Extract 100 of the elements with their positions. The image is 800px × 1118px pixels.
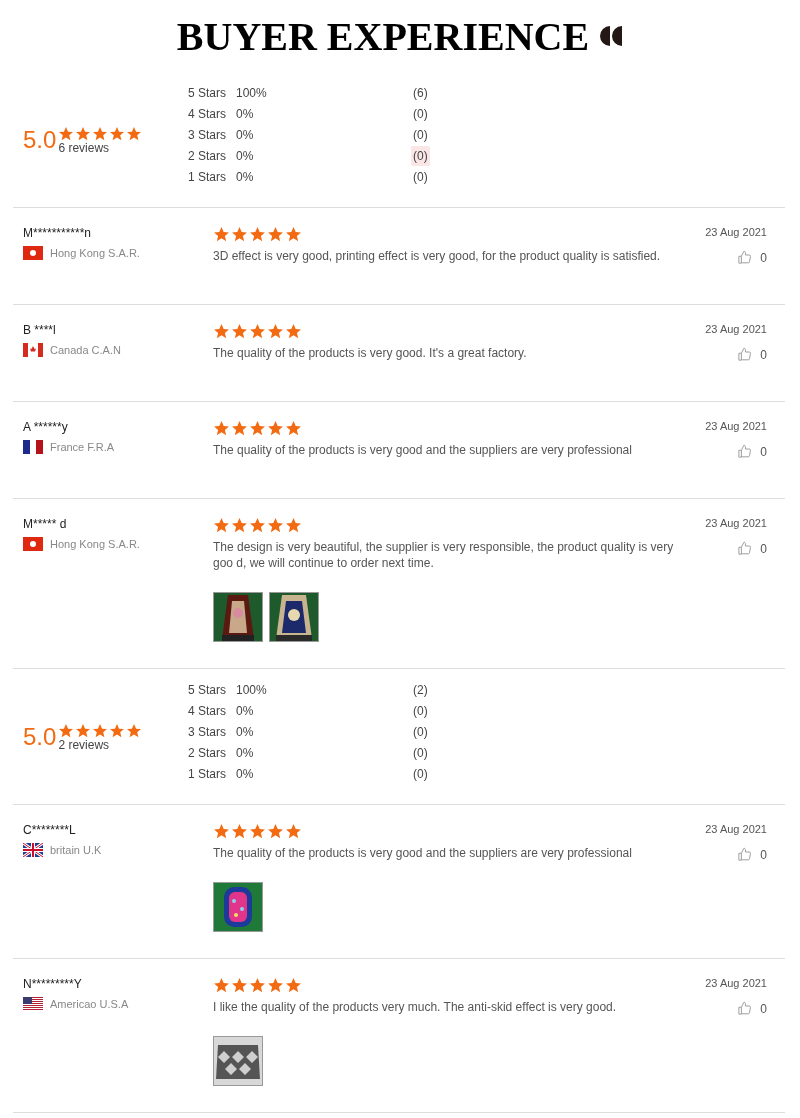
reviewer-country: Hong Kong S.A.R. [50,247,140,259]
star-icon [249,823,266,840]
star-icon [213,517,230,534]
star-icon [231,420,248,437]
star-icon [249,517,266,534]
flag-icon [23,246,43,260]
review-date: 23 Aug 2021 [705,977,767,989]
star-icon [92,722,109,739]
star-percent: 0% [236,745,255,760]
star-level-label: 2 Stars [188,745,227,760]
star-icon [58,125,75,142]
star-icon [285,977,302,994]
like-count: 0 [760,347,767,362]
star-icon [58,722,75,739]
star-count: (0) [412,126,429,144]
star-level-label: 4 Stars [188,703,227,718]
star-percent: 0% [236,766,255,781]
star-level-label: 4 Stars [188,106,227,121]
rating-score: 5.0 [23,722,57,751]
star-icon [231,977,248,994]
thumbs-up-icon[interactable] [737,1001,753,1016]
star-icon [267,823,284,840]
star-icon [231,823,248,840]
thumbs-up-icon[interactable] [737,347,753,362]
reviewer-name: M***********n [23,226,93,240]
star-percent: 100% [236,85,268,100]
star-count: (0) [411,145,430,166]
reviewer-country: France F.R.A [50,441,115,453]
star-icon [213,226,230,243]
reviewer-country: Canada C.A.N [50,344,121,356]
review-text: The quality of the products is very good and the suppliers are very professional [213,442,633,458]
star-icon [109,125,126,142]
star-icon [213,823,230,840]
review-text: The quality of the products is very good and the suppliers are very professional [213,845,633,861]
reviewer-country: Hong Kong S.A.R. [50,538,140,550]
star-icon [213,977,230,994]
review-count: 6 reviews [58,141,111,154]
like-count: 0 [760,250,767,265]
page-title: BUYER EXPERIENCE [176,12,590,60]
star-icon [213,420,230,437]
thumbs-up-icon[interactable] [737,444,753,459]
star-level-label: 3 Stars [188,724,227,739]
star-percent: 0% [236,127,255,142]
star-icon [126,722,143,739]
review-date: 23 Aug 2021 [705,323,767,335]
review-text: 3D effect is very good, printing effect is very good, for the product quality is satisfied. [213,248,662,264]
star-count: (2) [412,681,429,699]
reviewer-country: Americao U.S.A [50,998,129,1010]
star-icon [231,323,248,340]
review-text: I like the quality of the products very much. The anti-skid effect is very good. [213,999,618,1015]
reviewer-name: C********L [23,823,77,837]
rating-score: 5.0 [23,125,57,154]
star-percent: 0% [236,106,255,121]
star-icon [249,226,266,243]
reviewer-name: N*********Y [23,977,83,991]
star-level-label: 2 Stars [188,148,227,163]
reviewer-name: M***** d [23,517,68,531]
like-count: 0 [760,541,767,556]
star-level-label: 5 Stars [188,682,227,697]
star-count: (0) [412,702,429,720]
like-count: 0 [760,1001,767,1016]
star-icon [109,722,126,739]
star-icon [231,226,248,243]
reviewer-name: B ****l [23,323,57,337]
flag-icon [23,843,43,857]
star-count: (0) [412,765,429,783]
star-icon [231,517,248,534]
star-icon [249,977,266,994]
thumbs-up-icon[interactable] [737,250,753,265]
star-icon [267,977,284,994]
flag-icon [23,440,43,454]
star-icon [285,323,302,340]
star-count: (0) [412,723,429,741]
star-level-label: 5 Stars [188,85,227,100]
like-count: 0 [760,444,767,459]
star-count: (6) [412,84,429,102]
like-count: 0 [760,847,767,862]
flag-icon [23,537,43,551]
review-count: 2 reviews [58,738,111,751]
star-level-label: 3 Stars [188,127,227,142]
review-text: The design is very beautiful, the supplier is very responsible, the product quality is very goo d, we will continue to order next time. [213,539,675,571]
star-icon [285,823,302,840]
flag-icon [23,997,43,1011]
star-count: (0) [412,168,429,186]
flag-icon [23,343,43,357]
star-icon [249,323,266,340]
star-icon [267,517,284,534]
star-count: (0) [412,105,429,123]
thumbs-up-icon[interactable] [737,847,753,862]
star-percent: 0% [236,148,255,163]
star-icon [285,517,302,534]
star-icon [285,226,302,243]
star-percent: 100% [236,682,268,697]
reviewer-country: britain U.K [50,844,102,856]
thumbs-up-icon[interactable] [737,541,753,556]
review-date: 23 Aug 2021 [705,226,767,238]
star-icon [267,323,284,340]
star-icon [249,420,266,437]
quote-icon [599,24,624,48]
star-icon [213,323,230,340]
